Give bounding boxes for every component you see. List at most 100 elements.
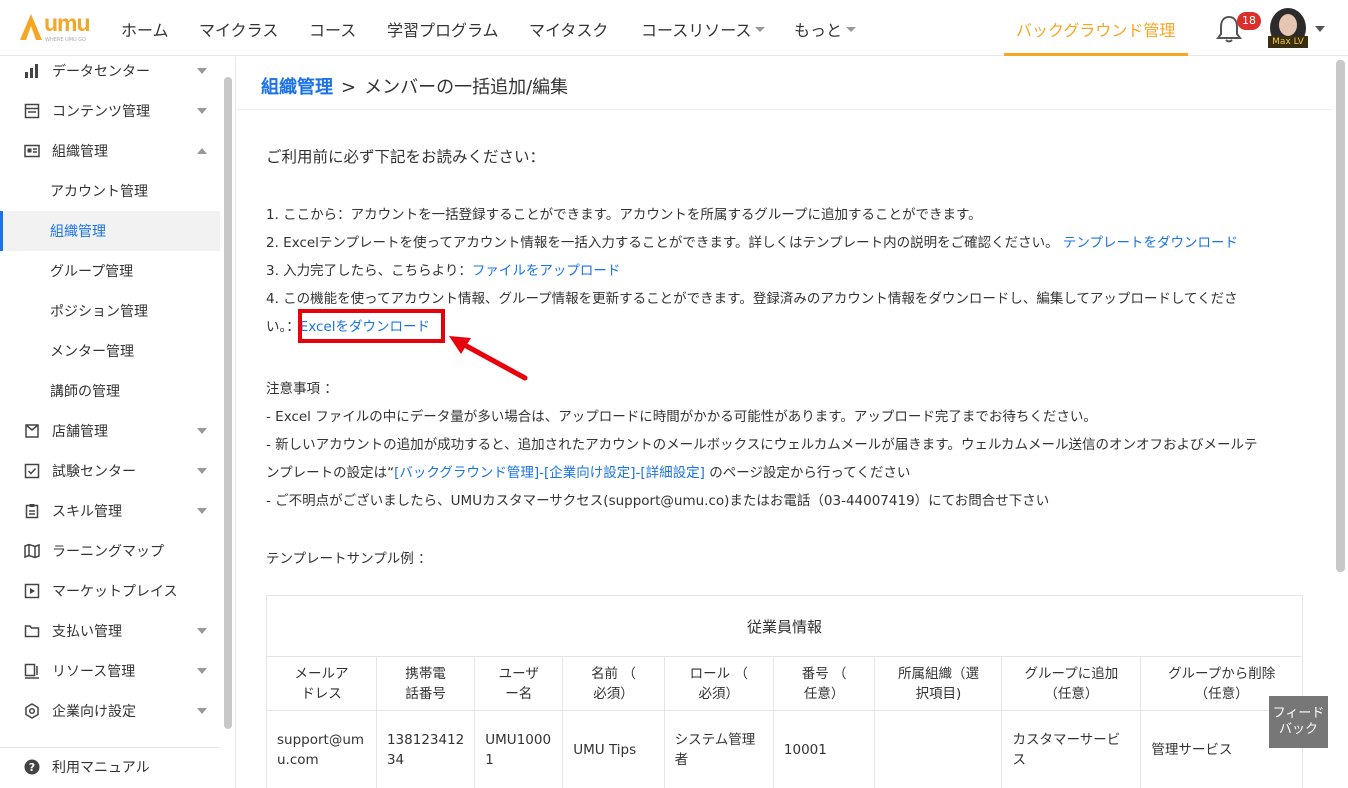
sidebar-item-enterprise-settings[interactable]: 企業向け設定 [0,691,220,731]
notification-badge: 18 [1237,12,1261,30]
table-header-row: メールア ドレス 携帯電 話番号 ユーザ ー名 名前 （ 必須） ロール （ 必… [266,656,1303,711]
bar-chart-icon [25,64,38,78]
content-icon [24,103,40,119]
sidebar-item-instructor-management[interactable]: 講師の管理 [0,371,220,411]
main-scrollbar[interactable] [1336,60,1345,572]
chevron-down-icon [197,508,207,514]
nav-background-management[interactable]: バックグラウンド管理 [1004,0,1188,56]
chevron-down-icon [755,27,766,32]
sidebar-item-label: ラーニングマップ [52,544,164,560]
user-level-tag: Max LV [1268,36,1308,48]
highlight-box [298,309,445,343]
table-header-cell: 携帯電 話番号 [375,656,476,711]
chevron-up-icon [197,148,207,154]
sidebar-item-label: コンテンツ管理 [52,104,150,120]
sidebar-item-organization[interactable]: 組織管理 [0,131,220,171]
red-arrow-annotation [449,336,528,381]
nav-my-class[interactable]: マイクラス [199,17,278,41]
nav-home[interactable]: ホーム [121,17,169,41]
notes-title: 注意事項 ： [266,381,338,397]
nav-course-resources[interactable]: コースリソース [641,17,766,41]
sidebar-item-label: 店舗管理 [52,424,108,440]
sidebar-item-resource-management[interactable]: リソース管理 [0,651,220,691]
sidebar-item-store-management[interactable]: 店舗管理 [0,411,220,451]
avatar-face [1279,14,1297,36]
note-2a: - 新しいアカウントの追加が成功すると、追加されたアカウントのメールボックスにウ… [266,437,1258,453]
sidebar-item-label: アカウント管理 [50,184,148,200]
instruction-line-1: 1. ここから：アカウントを一括登録することができます。アカウントを所属するグル… [266,207,982,223]
instruction-line-2-text: 2. Excelテンプレートを使ってアカウント情報を一括入力することができます。… [266,235,1059,251]
settings-path-link[interactable]: [バックグラウンド管理]-[企業向け設定]-[詳細設定] [394,465,705,481]
instruction-line-3-text: 3. 入力完了したら、こちらより： [266,263,472,279]
logo-subtext: WHERE UMU GO [45,37,87,43]
sidebar-item-account-management[interactable]: アカウント管理 [0,171,220,211]
sidebar-item-group-management[interactable]: グループ管理 [0,251,220,291]
chevron-down-icon [197,468,207,474]
sidebar-item-label: スキル管理 [52,504,122,520]
table-header-cell: 所属組織（選 択項目) [874,656,1003,711]
table-cell: support@um u.com [266,710,377,788]
sidebar-item-label: 利用マニュアル [52,760,150,776]
instruction-line-2: 2. Excelテンプレートを使ってアカウント情報を一括入力することができます。… [266,231,1238,251]
sidebar-item-user-manual[interactable]: ? 利用マニュアル [0,747,220,787]
feedback-button[interactable]: フィード バック [1269,696,1328,748]
sidebar-item-content-management[interactable]: コンテンツ管理 [0,91,220,131]
table-cell: カスタマーサービ ス [1001,710,1142,788]
sidebar-item-position-management[interactable]: ポジション管理 [0,291,220,331]
chevron-down-icon [846,27,857,32]
breadcrumb-parent[interactable]: 組織管理 [261,77,333,98]
upload-file-link[interactable]: ファイルをアップロード [472,263,621,279]
sidebar-item-data-center[interactable]: データセンター [0,51,220,91]
sidebar-item-skill-management[interactable]: スキル管理 [0,491,220,531]
sidebar-item-label: 講師の管理 [50,384,120,400]
help-icon: ? [24,759,40,775]
sidebar-item-marketplace[interactable]: マーケットプレイス [0,571,220,611]
table-header-cell: ユーザ ー名 [474,656,564,711]
sidebar-item-organization-management[interactable]: 組織管理 [0,211,220,251]
table-caption: 従業員情報 [266,595,1303,657]
sidebar-item-mentor-management[interactable]: メンター管理 [0,331,220,371]
table-header-cell: メールア ドレス [266,656,377,711]
logo-icon [20,14,42,40]
nav-learning-program[interactable]: 学習プログラム [387,17,499,41]
id-card-icon [24,144,40,158]
table-cell: システム管理 者 [663,710,774,788]
note-2b: ンプレートの設定は“[バックグラウンド管理]-[企業向け設定]-[詳細設定] の… [266,461,910,481]
nav-my-task[interactable]: マイタスク [529,17,608,41]
chevron-down-icon [197,628,207,634]
sidebar-item-label: 企業向け設定 [52,704,136,720]
chevron-down-icon [197,668,207,674]
settings-icon [25,703,39,719]
sidebar-scrollbar[interactable] [224,77,232,729]
svg-text:?: ? [29,761,35,774]
table-header-cell: グループに追加 （任意） [1001,656,1142,711]
note-1: - Excel ファイルの中にデータ量が多い場合は、アップロードに時間がかかる可… [266,409,1097,425]
table-cell: 10001 [772,710,876,788]
sidebar-item-label: グループ管理 [50,264,134,280]
note-2b-text: ンプレートの設定は“ [266,465,395,481]
note-2b-tail: のページ設定から行ってください [704,465,911,481]
exam-icon [24,463,40,479]
skill-icon [25,504,39,519]
table-cell: 138123412 34 [375,710,476,788]
download-template-link[interactable]: テンプレートをダウンロード [1063,235,1238,251]
nav-more-label: もっと [794,21,843,40]
instruction-line-4a: 4. この機能を使ってアカウント情報、グループ情報を更新することができます。登録… [266,291,1238,307]
sidebar-item-payment-management[interactable]: 支払い管理 [0,611,220,651]
chevron-down-icon [197,428,207,434]
market-icon [24,583,40,599]
nav-background-management-label: バックグラウンド管理 [1016,21,1176,40]
nav-course-resources-label: コースリソース [641,21,752,40]
nav-more[interactable]: もっと [794,17,857,41]
umu-logo[interactable]: umu WHERE UMU GO [18,10,98,48]
table-header-cell: 名前 （ 必須） [562,656,665,711]
sidebar-item-learning-map[interactable]: ラーニングマップ [0,531,220,571]
table-cell [874,710,1003,788]
table-row: support@um u.com 138123412 34 UMU1000 1 … [266,710,1303,788]
chevron-down-icon [197,68,207,74]
sidebar: データセンター コンテンツ管理 組織管理 アカウント管理 組織管理 グループ管理… [0,57,236,788]
nav-course[interactable]: コース [309,17,356,41]
sidebar-item-exam-center[interactable]: 試験センター [0,451,220,491]
sidebar-item-label: マーケットプレイス [52,584,178,600]
chevron-down-icon[interactable] [1315,26,1325,32]
